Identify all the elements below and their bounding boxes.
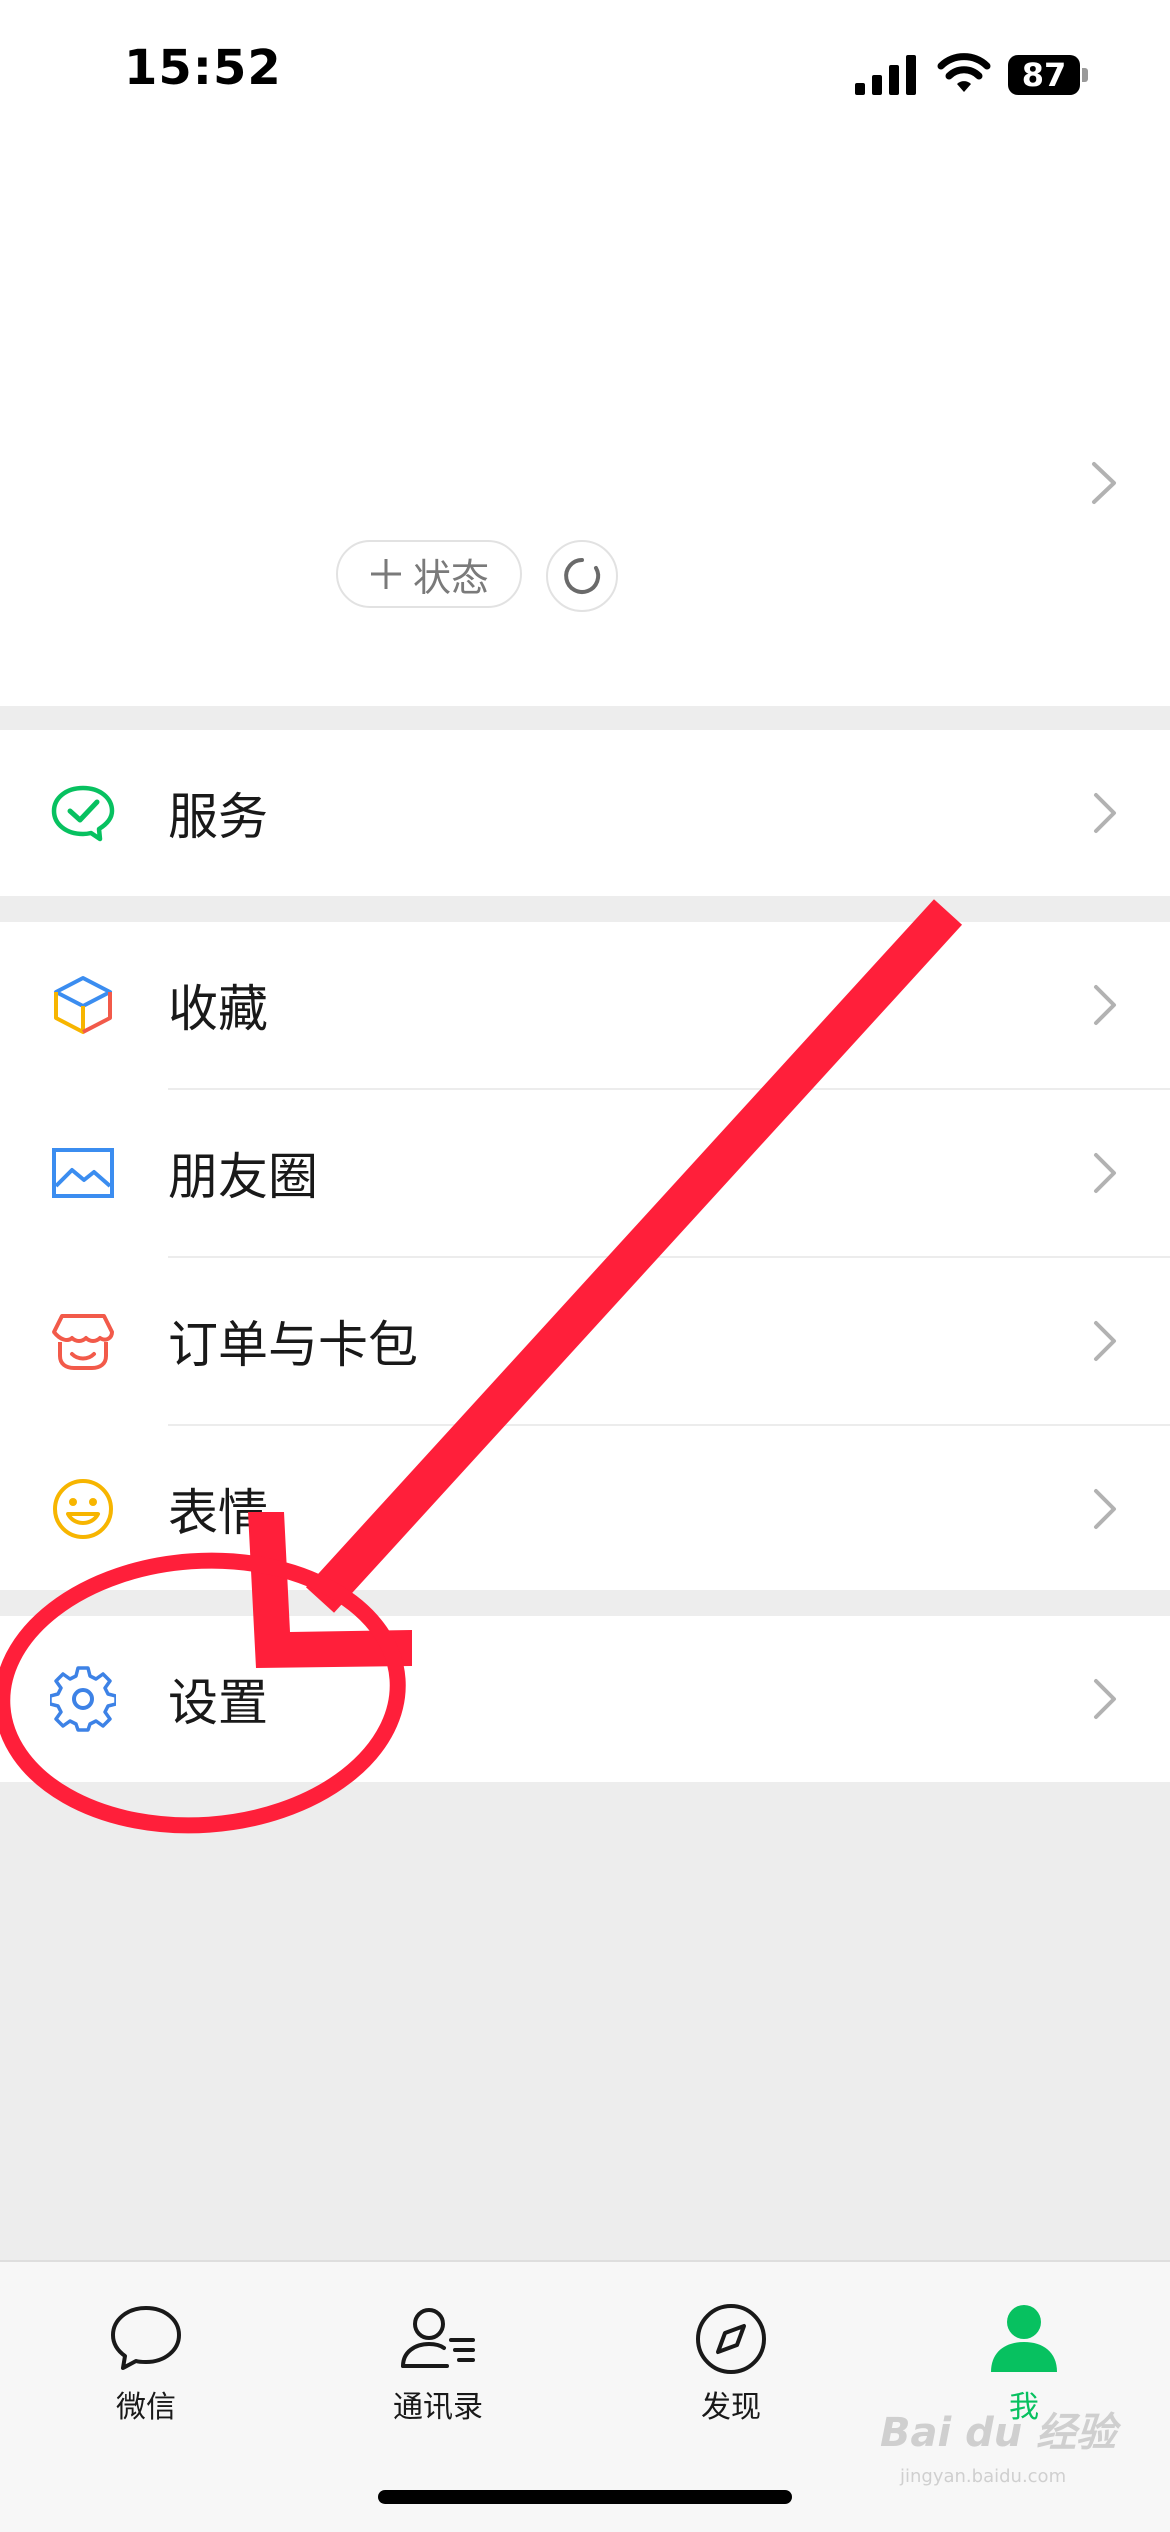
- menu-item-services[interactable]: 服务: [0, 730, 1170, 896]
- favorites-cube-icon: [54, 976, 112, 1034]
- menu-item-moments[interactable]: 朋友圈: [0, 1090, 1170, 1256]
- add-status-label: 状态: [412, 555, 489, 600]
- watermark-brand: Bai du 经验: [880, 2410, 1117, 2456]
- menu-item-settings[interactable]: 设置: [0, 1616, 1170, 1782]
- chevron-right-icon: [1094, 1153, 1116, 1193]
- add-status-button[interactable]: 状态: [336, 540, 522, 608]
- chevron-right-icon: [1094, 1679, 1116, 1719]
- refresh-circle-icon: [564, 558, 601, 594]
- tab-chats[interactable]: 微信: [66, 2262, 226, 2462]
- battery-level: 87: [1021, 56, 1067, 94]
- services-group: 服务: [0, 730, 1170, 896]
- moments-image-icon: [52, 1148, 114, 1198]
- person-icon: [991, 2305, 1057, 2372]
- tab-contacts-label: 通讯录: [393, 2390, 483, 2425]
- features-group: 收藏 朋友圈 订单与卡包 表情: [0, 922, 1170, 1590]
- settings-label: 设置: [168, 1674, 268, 1732]
- store-icon: [52, 1314, 114, 1370]
- services-icon: [51, 785, 115, 842]
- chevron-right-icon: [1094, 985, 1116, 1025]
- wifi-icon: [937, 53, 991, 92]
- favorites-label: 收藏: [168, 980, 268, 1038]
- chat-bubble-icon: [111, 2306, 181, 2370]
- profile-chevron-icon[interactable]: [1090, 460, 1118, 506]
- menu-item-orders-cards[interactable]: 订单与卡包: [0, 1258, 1170, 1424]
- smiley-icon: [53, 1479, 113, 1539]
- tab-contacts[interactable]: 通讯录: [358, 2262, 518, 2462]
- settings-group: 设置: [0, 1616, 1170, 1782]
- watermark-url: jingyan.baidu.com: [900, 2466, 1067, 2487]
- gear-icon: [50, 1666, 116, 1732]
- status-time: 15:52: [124, 40, 282, 96]
- menu-item-stickers[interactable]: 表情: [0, 1426, 1170, 1592]
- home-indicator[interactable]: [378, 2490, 792, 2504]
- contacts-icon: [401, 2308, 475, 2368]
- compass-icon: [696, 2304, 766, 2374]
- baidu-watermark: Bai du 经验 jingyan.baidu.com: [880, 2400, 1140, 2490]
- chevron-right-icon: [1094, 793, 1116, 833]
- moments-label: 朋友圈: [168, 1148, 318, 1206]
- battery-icon: 87: [1008, 55, 1088, 95]
- services-label: 服务: [168, 788, 268, 846]
- tab-discover[interactable]: 发现: [651, 2262, 811, 2462]
- orders-cards-label: 订单与卡包: [168, 1316, 418, 1374]
- tab-discover-label: 发现: [701, 2390, 761, 2425]
- status-circle-button[interactable]: [546, 540, 618, 612]
- tab-chats-label: 微信: [116, 2390, 176, 2425]
- plus-icon: [370, 559, 401, 589]
- cellular-signal-icon: [855, 55, 916, 95]
- chevron-right-icon: [1094, 1321, 1116, 1361]
- chevron-right-icon: [1094, 1489, 1116, 1529]
- menu-item-favorites[interactable]: 收藏: [0, 922, 1170, 1088]
- stickers-label: 表情: [168, 1484, 268, 1542]
